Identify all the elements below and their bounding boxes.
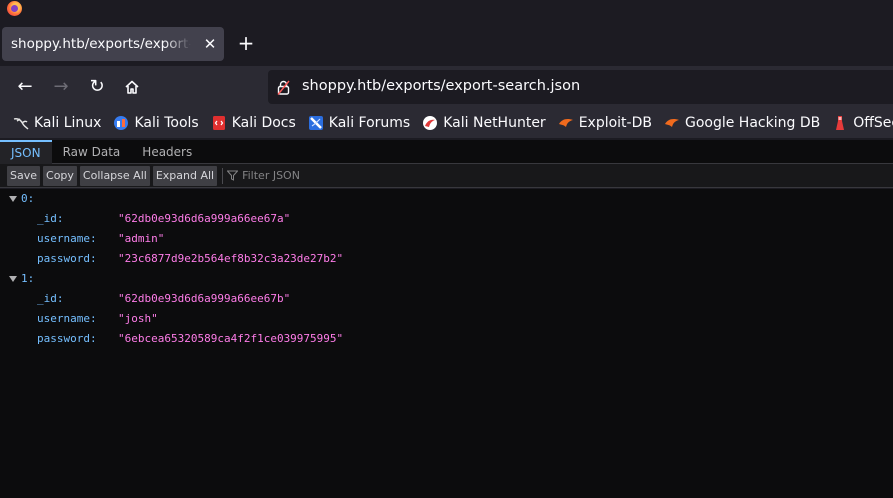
field-key: password: [37, 332, 97, 345]
record-index: 1: [21, 272, 35, 285]
browser-window: shoppy.htb/exports/export-search.json ✕ … [0, 0, 893, 498]
browser-tab-active[interactable]: shoppy.htb/exports/export-search.json ✕ [2, 27, 224, 61]
reload-button[interactable]: ↻ [86, 76, 108, 98]
tab-raw-data[interactable]: Raw Data [52, 140, 132, 164]
nethunter-icon [423, 116, 438, 130]
tab-title: shoppy.htb/exports/export-search.json [11, 36, 191, 52]
field-key: password: [37, 252, 97, 265]
record-index: 0: [21, 192, 35, 205]
bookmark-kali-docs[interactable]: Kali Docs [211, 115, 296, 131]
bookmark-exploit-db[interactable]: Exploit-DB [558, 115, 652, 131]
bookmark-offsec[interactable]: OffSec [832, 115, 893, 131]
home-icon [125, 80, 139, 94]
forward-button[interactable]: → [50, 76, 72, 98]
bookmark-label: OffSec [853, 115, 893, 131]
collapse-all-button[interactable]: Collapse All [79, 165, 150, 186]
bookmark-label: Google Hacking DB [684, 115, 821, 131]
back-button[interactable]: ← [14, 76, 36, 98]
bookmark-label: Kali NetHunter [443, 115, 546, 131]
bookmark-kali-forums[interactable]: Kali Forums [308, 115, 410, 131]
field-value: "6ebcea65320589ca4f2f1ce039975995" [118, 332, 344, 345]
firefox-logo-icon [7, 1, 22, 16]
new-tab-button[interactable]: + [236, 33, 256, 53]
offsec-icon [836, 116, 845, 130]
tab-json[interactable]: JSON [0, 140, 52, 164]
json-viewer-toolbar: Save Copy Collapse All Expand All Filter… [0, 164, 893, 188]
bookmark-label: Kali Forums [328, 115, 411, 131]
field-value: "62db0e93d6d6a999a66ee67a" [118, 212, 291, 225]
home-button[interactable] [121, 76, 143, 98]
insecure-lock-icon[interactable] [277, 80, 290, 95]
url-bar[interactable]: shoppy.htb/exports/export-search.json [268, 70, 893, 104]
navigation-toolbar: ← → ↻ shoppy.htb/exports/export-search.j… [0, 66, 893, 108]
toolbar-divider [222, 167, 224, 184]
kali-forums-icon [308, 116, 323, 130]
save-button[interactable]: Save [7, 165, 41, 186]
filter-json-input[interactable]: Filter JSON [227, 169, 300, 182]
ghdb-icon [664, 119, 679, 127]
kali-tools-icon [114, 116, 129, 130]
bookmark-label: Kali Linux [34, 115, 102, 131]
field-value: "admin" [118, 232, 165, 245]
kali-docs-icon [212, 116, 225, 130]
json-tree: 0: _id: "62db0e93d6d6a999a66ee67a" usern… [0, 189, 893, 498]
field-key: _id: [37, 212, 64, 225]
filter-icon [227, 170, 239, 181]
expand-triangle-icon[interactable] [9, 276, 17, 282]
bookmark-label: Exploit-DB [578, 115, 652, 131]
field-key: username: [37, 312, 97, 325]
field-key: username: [37, 232, 97, 245]
json-viewer-tabs: JSON Raw Data Headers [0, 140, 893, 164]
url-text: shoppy.htb/exports/export-search.json [302, 78, 581, 94]
tab-headers[interactable]: Headers [131, 140, 203, 164]
bookmarks-toolbar: Kali Linux Kali Tools Kali Docs Kali For… [0, 108, 893, 138]
field-value: "23c6877d9e2b564ef8b32c3a23de27b2" [118, 252, 344, 265]
expand-triangle-icon[interactable] [9, 196, 17, 202]
bookmark-google-hacking-db[interactable]: Google Hacking DB [664, 115, 820, 131]
expand-all-button[interactable]: Expand All [152, 165, 218, 186]
bookmark-kali-tools[interactable]: Kali Tools [113, 115, 199, 131]
field-value: "josh" [118, 312, 158, 325]
bookmark-label: Kali Tools [134, 115, 199, 131]
field-key: _id: [37, 292, 64, 305]
tab-strip: shoppy.htb/exports/export-search.json ✕ … [0, 0, 893, 66]
close-tab-icon[interactable]: ✕ [202, 36, 218, 52]
bookmark-kali-nethunter[interactable]: Kali NetHunter [422, 115, 546, 131]
kali-dragon-icon [13, 118, 29, 130]
bookmark-kali-linux[interactable]: Kali Linux [13, 115, 101, 131]
copy-button[interactable]: Copy [43, 165, 77, 186]
filter-placeholder: Filter JSON [242, 169, 300, 182]
exploit-db-icon [558, 119, 573, 127]
bookmark-label: Kali Docs [231, 115, 296, 131]
field-value: "62db0e93d6d6a999a66ee67b" [118, 292, 291, 305]
